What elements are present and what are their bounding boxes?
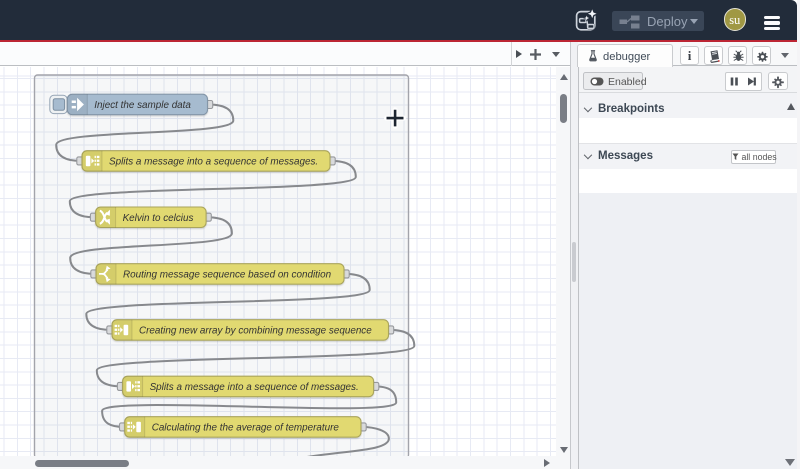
svg-text:Routing message sequence based: Routing message sequence based on condit… [123, 270, 332, 281]
svg-text:Creating new array by combinin: Creating new array by combining message … [139, 326, 372, 337]
svg-text:Kelvin to celcius: Kelvin to celcius [123, 213, 194, 224]
svg-text:Calculating the the average of: Calculating the the average of temperatu… [152, 423, 340, 434]
svg-text:Splits a message into a sequen: Splits a message into a sequence of mess… [150, 382, 359, 393]
svg-text:Splits a message into a sequen: Splits a message into a sequence of mess… [109, 157, 318, 168]
svg-text:Inject the sample data: Inject the sample data [94, 100, 191, 111]
